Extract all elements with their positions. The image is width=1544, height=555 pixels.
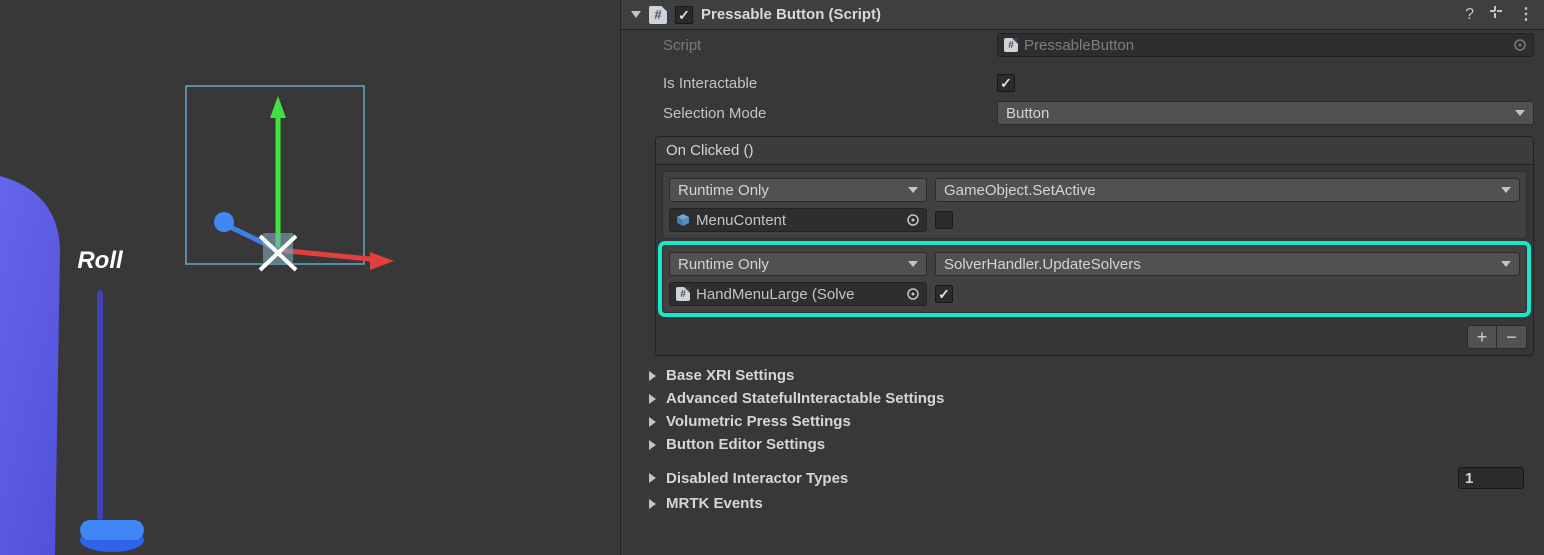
script-icon: #: [1004, 38, 1018, 52]
prefab-cube-icon: [676, 213, 690, 227]
selection-mode-label: Selection Mode: [631, 105, 991, 122]
chevron-right-icon: [649, 473, 656, 483]
inspector-panel: # Pressable Button (Script) ? ⋮ Script #…: [620, 0, 1544, 555]
script-label: Script: [631, 37, 991, 54]
is-interactable-label: Is Interactable: [631, 75, 991, 92]
selection-mode-dropdown[interactable]: Button: [997, 101, 1534, 125]
foldout-label: Base XRI Settings: [666, 367, 794, 384]
event-entry: Runtime Only GameObject.SetActive: [662, 171, 1527, 239]
foldout-volumetric[interactable]: Volumetric Press Settings: [621, 410, 1544, 433]
event-entry: Runtime Only SolverHandler.UpdateSolvers…: [662, 245, 1527, 313]
is-interactable-checkbox[interactable]: [997, 74, 1015, 92]
script-icon: #: [649, 6, 667, 24]
chevron-right-icon: [649, 440, 656, 450]
component-enable-checkbox[interactable]: [675, 6, 693, 24]
target-object-field[interactable]: MenuContent: [669, 208, 927, 232]
function-value: SolverHandler.UpdateSolvers: [944, 256, 1141, 273]
foldout-button-editor[interactable]: Button Editor Settings: [621, 433, 1544, 456]
call-state-value: Runtime Only: [678, 256, 769, 273]
component-foldout-icon[interactable]: [631, 11, 641, 18]
chevron-right-icon: [649, 394, 656, 404]
target-name: MenuContent: [696, 212, 786, 229]
foldout-label: Advanced StatefulInteractable Settings: [666, 390, 944, 407]
selection-mode-value: Button: [1006, 105, 1049, 122]
foldout-advanced-stateful[interactable]: Advanced StatefulInteractable Settings: [621, 387, 1544, 410]
chevron-right-icon: [649, 499, 656, 509]
foldout-label: Volumetric Press Settings: [666, 413, 851, 430]
script-field: # PressableButton: [997, 33, 1534, 57]
context-menu-icon[interactable]: ⋮: [1518, 6, 1534, 24]
is-interactable-row: Is Interactable: [621, 68, 1544, 98]
script-value: PressableButton: [1024, 37, 1134, 54]
function-dropdown[interactable]: SolverHandler.UpdateSolvers: [935, 252, 1520, 276]
preset-icon[interactable]: [1488, 4, 1504, 25]
component-title: Pressable Button (Script): [701, 6, 1457, 23]
foldout-base-xri[interactable]: Base XRI Settings: [621, 364, 1544, 387]
component-header[interactable]: # Pressable Button (Script) ? ⋮: [621, 0, 1544, 30]
add-event-button[interactable]: +: [1467, 325, 1497, 349]
target-object-field[interactable]: # HandMenuLarge (Solve: [669, 282, 927, 306]
function-dropdown[interactable]: GameObject.SetActive: [935, 178, 1520, 202]
chevron-right-icon: [649, 417, 656, 427]
bool-arg-checkbox[interactable]: [935, 211, 953, 229]
bool-arg-checkbox[interactable]: [935, 285, 953, 303]
call-state-dropdown[interactable]: Runtime Only: [669, 178, 927, 202]
foldout-disabled-interactor[interactable]: Disabled Interactor Types 1: [621, 464, 1544, 492]
chevron-right-icon: [649, 371, 656, 381]
help-icon[interactable]: ?: [1465, 6, 1474, 24]
on-clicked-event: On Clicked () Runtime Only GameObject.Se…: [655, 136, 1534, 356]
scene-view[interactable]: Roll: [0, 0, 620, 555]
foldout-label: MRTK Events: [666, 495, 763, 512]
object-picker-icon[interactable]: [906, 287, 920, 301]
scene-gizmo: Roll: [0, 0, 620, 555]
target-name: HandMenuLarge (Solve: [696, 286, 854, 303]
call-state-value: Runtime Only: [678, 182, 769, 199]
list-count-field[interactable]: 1: [1458, 467, 1524, 489]
foldout-label: Disabled Interactor Types: [666, 470, 848, 487]
script-icon: #: [676, 287, 690, 301]
object-picker-icon[interactable]: [1513, 38, 1527, 52]
selection-mode-row: Selection Mode Button: [621, 98, 1544, 128]
remove-event-button[interactable]: −: [1497, 325, 1527, 349]
object-picker-icon[interactable]: [906, 213, 920, 227]
event-title: On Clicked (): [656, 137, 1533, 165]
call-state-dropdown[interactable]: Runtime Only: [669, 252, 927, 276]
foldout-mrtk-events[interactable]: MRTK Events: [621, 492, 1544, 515]
function-value: GameObject.SetActive: [944, 182, 1096, 199]
scene-roll-label: Roll: [77, 247, 124, 274]
foldout-label: Button Editor Settings: [666, 436, 825, 453]
script-row: Script # PressableButton: [621, 30, 1544, 60]
